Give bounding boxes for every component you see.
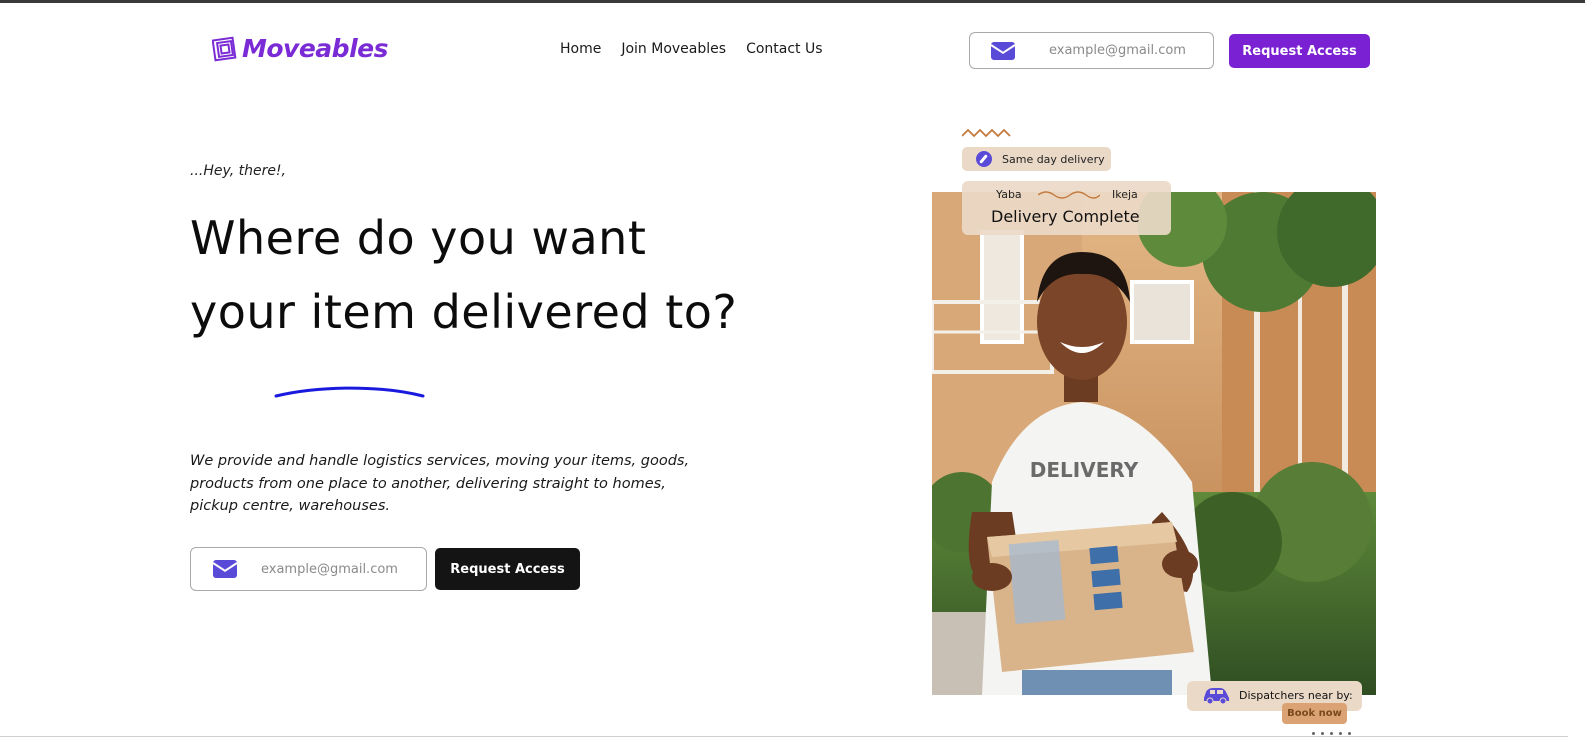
stacked-squares-icon [212, 36, 237, 62]
book-now-button[interactable]: Book now [1282, 703, 1347, 724]
brand-logo[interactable]: Moveables [212, 33, 388, 63]
nav-home-link[interactable]: Home [560, 41, 601, 57]
compass-icon [976, 151, 992, 167]
delivery-status-text: Delivery Complete [991, 207, 1140, 226]
nav-contact-link[interactable]: Contact Us [746, 41, 822, 57]
decorative-dots [1312, 732, 1351, 735]
route-wave [1038, 191, 1100, 199]
main-nav: Home Join Moveables Contact Us [560, 41, 823, 57]
dispatchers-label: Dispatchers near by: [1239, 689, 1353, 702]
delivery-person-photo: DELIVERY [932, 192, 1376, 695]
bottom-divider [0, 736, 1568, 737]
car-icon [1204, 688, 1229, 705]
header-email-field[interactable] [969, 32, 1214, 69]
hero-request-access-button[interactable]: Request Access [435, 548, 580, 590]
headline-underline [274, 386, 425, 398]
delivery-status-card: Yaba Ikeja Delivery Complete [962, 181, 1171, 235]
header-request-access-button[interactable]: Request Access [1229, 34, 1370, 68]
hero-headline: Where do you want your item delivered to… [190, 211, 738, 339]
same-day-delivery-chip: Same day delivery [962, 147, 1111, 171]
route-from-label: Yaba [996, 188, 1022, 201]
hero-description: We provide and handle logistics services… [190, 453, 690, 514]
header-email-input[interactable] [1049, 43, 1209, 58]
mail-icon [213, 560, 237, 578]
hero-greeting: ...Hey, there!, [190, 163, 286, 179]
decorative-zigzag [962, 128, 1011, 138]
mail-icon [991, 41, 1015, 60]
hero-email-input[interactable] [261, 561, 421, 577]
hero-email-field[interactable] [190, 547, 427, 591]
route-to-label: Ikeja [1112, 188, 1138, 201]
same-day-delivery-label: Same day delivery [1002, 152, 1105, 166]
window-top-border [0, 0, 1585, 3]
nav-join-link[interactable]: Join Moveables [621, 41, 726, 57]
brand-name: Moveables [242, 33, 388, 63]
shirt-text: DELIVERY [1030, 458, 1139, 482]
